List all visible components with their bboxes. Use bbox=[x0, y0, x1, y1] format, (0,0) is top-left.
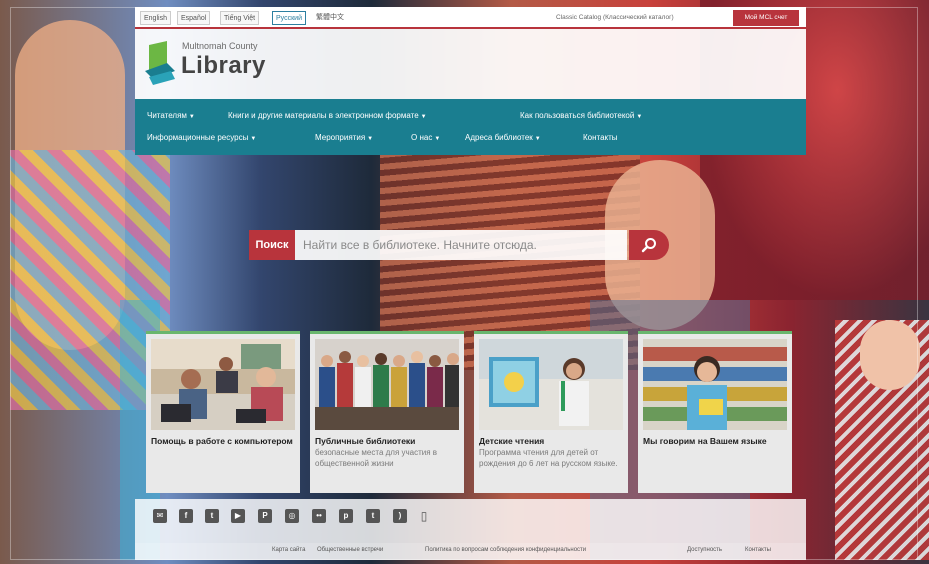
chevron-down-icon: ▼ bbox=[636, 114, 643, 120]
nav-events-label: Мероприятия bbox=[315, 133, 366, 142]
card-description: Программа чтения для детей от рождения д… bbox=[479, 448, 618, 468]
nav-contacts-label: Контакты bbox=[583, 133, 618, 142]
nav-about-label: О нас bbox=[411, 133, 433, 142]
email-icon[interactable]: ✉ bbox=[153, 509, 167, 523]
chevron-down-icon: ▼ bbox=[188, 114, 195, 120]
chevron-down-icon: ▼ bbox=[434, 136, 441, 142]
nav-contacts[interactable]: Контакты bbox=[583, 133, 618, 142]
lang-chinese[interactable]: 繁體中文 bbox=[313, 11, 347, 25]
chevron-down-icon: ▼ bbox=[367, 136, 374, 142]
footer-link-accessibility[interactable]: Доступность bbox=[687, 547, 722, 553]
flickr-icon[interactable]: •• bbox=[312, 509, 326, 523]
nav-ebooks[interactable]: Книги и другие материалы в электронном ф… bbox=[228, 111, 427, 120]
nav-about[interactable]: О нас ▼ bbox=[411, 133, 440, 142]
search-input[interactable] bbox=[295, 230, 627, 260]
nav-readers[interactable]: Читателям ▼ bbox=[147, 111, 195, 120]
card-image bbox=[151, 339, 295, 430]
card-kids-reading[interactable]: Детские чтения Программа чтения для дете… bbox=[474, 331, 628, 493]
my-account-button[interactable]: Мой MCL счет bbox=[733, 10, 799, 26]
logo-area: Multnomah County Library bbox=[135, 29, 806, 99]
nav-how-to-use-label: Как пользоваться библиотекой bbox=[520, 111, 635, 120]
main-navigation: Читателям ▼ Книги и другие материалы в эл… bbox=[135, 99, 806, 155]
chevron-down-icon: ▼ bbox=[420, 114, 427, 120]
card-computer-help[interactable]: Помощь в работе с компьютером bbox=[146, 331, 300, 493]
lang-espanol[interactable]: Español bbox=[177, 11, 211, 25]
nav-locations-label: Адреса библиотек bbox=[465, 133, 533, 142]
storytime-photo bbox=[479, 339, 623, 430]
rss-icon[interactable]: ) bbox=[393, 509, 407, 523]
twitter-icon[interactable]: t bbox=[205, 509, 219, 523]
logo-county-text: Multnomah County bbox=[182, 41, 258, 51]
youtube-icon[interactable]: ▶ bbox=[231, 509, 245, 523]
card-we-speak-your-language[interactable]: Мы говорим на Вашем языке bbox=[638, 331, 792, 493]
instagram-icon[interactable]: ◎ bbox=[285, 509, 299, 523]
footer-link-privacy[interactable]: Политика по вопросам соблюдения конфиден… bbox=[425, 547, 586, 553]
library-logo-icon bbox=[145, 41, 175, 85]
social-bar: ✉ f t ▶ P ◎ •• p t ) ▯ bbox=[135, 499, 806, 543]
search-label: Поиск bbox=[249, 230, 295, 260]
crowd-photo bbox=[315, 339, 459, 430]
language-bar: English Español Tiếng Việt Русский 繁體中文 … bbox=[135, 7, 806, 29]
footer-link-contacts[interactable]: Контакты bbox=[745, 547, 771, 553]
footer-link-sitemap[interactable]: Карта сайта bbox=[272, 547, 305, 553]
footer-link-meetings[interactable]: Общественные встречи bbox=[317, 547, 383, 553]
nav-how-to-use[interactable]: Как пользоваться библиотекой ▼ bbox=[520, 111, 642, 120]
librarian-photo bbox=[643, 339, 787, 430]
lang-english[interactable]: English bbox=[140, 11, 171, 25]
card-image bbox=[315, 339, 459, 430]
search-icon bbox=[641, 238, 656, 253]
pinterest-icon[interactable]: P bbox=[258, 509, 272, 523]
mobile-icon[interactable]: ▯ bbox=[420, 509, 428, 523]
search-bar: Поиск bbox=[249, 230, 670, 260]
footer-links: Карта сайта Общественные встречи Политик… bbox=[135, 543, 806, 560]
classic-catalog-link[interactable]: Classic Catalog (Классический каталог) bbox=[556, 11, 674, 25]
facebook-icon[interactable]: f bbox=[179, 509, 193, 523]
nav-readers-label: Читателям bbox=[147, 111, 187, 120]
site-header: English Español Tiếng Việt Русский 繁體中文 … bbox=[135, 7, 806, 155]
pinterest-alt-icon[interactable]: p bbox=[339, 509, 353, 523]
card-title: Мы говорим на Вашем языке bbox=[643, 436, 767, 446]
lang-russian[interactable]: Русский bbox=[272, 11, 306, 25]
tumblr-icon[interactable]: t bbox=[366, 509, 380, 523]
nav-info-resources[interactable]: Информационные ресурсы ▼ bbox=[147, 133, 256, 142]
card-image bbox=[479, 339, 623, 430]
nav-locations[interactable]: Адреса библиотек ▼ bbox=[465, 133, 541, 142]
card-title: Детские чтения bbox=[479, 436, 545, 446]
lang-vietnamese[interactable]: Tiếng Việt bbox=[220, 11, 260, 25]
nav-info-resources-label: Информационные ресурсы bbox=[147, 133, 249, 142]
card-image bbox=[643, 339, 787, 430]
logo-library-text: Library bbox=[181, 52, 266, 79]
chevron-down-icon: ▼ bbox=[534, 136, 541, 142]
search-button[interactable] bbox=[629, 230, 669, 260]
card-public-libraries[interactable]: Публичные библиотеки безопасные места дл… bbox=[310, 331, 464, 493]
nav-ebooks-label: Книги и другие материалы в электронном ф… bbox=[228, 111, 419, 120]
card-title: Публичные библиотеки bbox=[315, 436, 416, 446]
computer-class-photo bbox=[151, 339, 295, 430]
chevron-down-icon: ▼ bbox=[250, 136, 257, 142]
card-description: безопасные места для участия в обществен… bbox=[315, 448, 438, 468]
card-title: Помощь в работе с компьютером bbox=[151, 436, 293, 446]
nav-events[interactable]: Мероприятия ▼ bbox=[315, 133, 373, 142]
